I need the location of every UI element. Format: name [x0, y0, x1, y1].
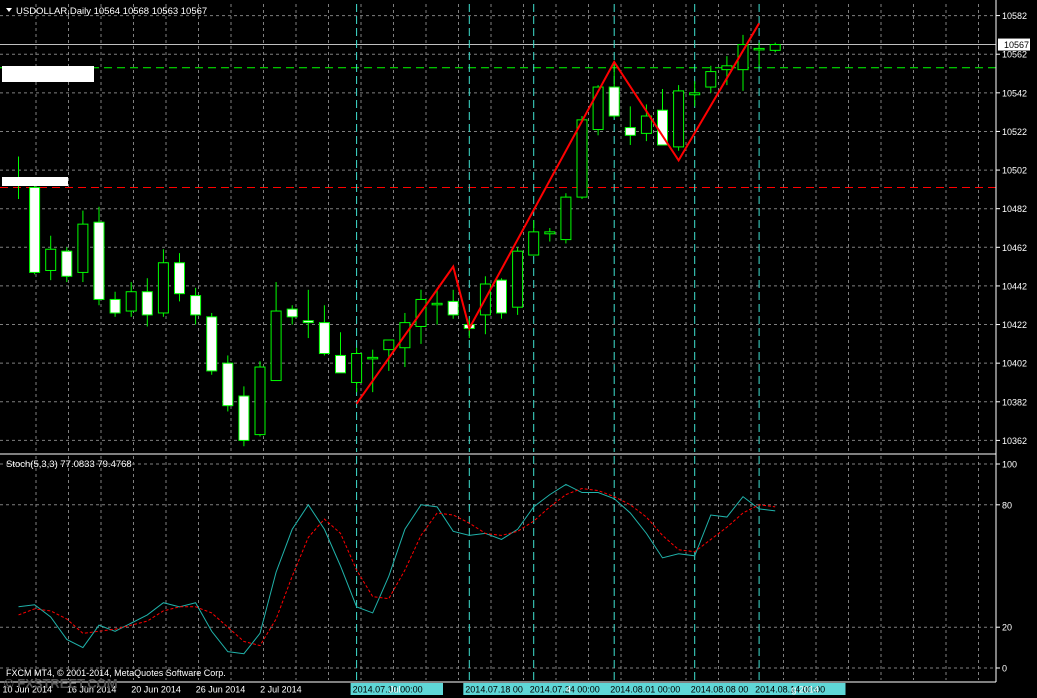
candle-body — [254, 366, 266, 436]
candle-body — [721, 65, 733, 71]
x-tick-label: Jul — [389, 685, 401, 695]
x-tick-label: 2014.07.10 00:00 — [353, 685, 423, 695]
label-box-small — [2, 177, 68, 186]
stoch-title: Stoch(5,3,3) 77.0833 79.4768 — [6, 459, 132, 470]
candle — [29, 179, 41, 275]
candle — [254, 361, 266, 437]
y-tick-label: 100 — [1002, 460, 1017, 470]
x-tick-label: g 2014 — [791, 685, 819, 695]
x-tick-label: 2014.08.01 00:00 — [610, 685, 680, 695]
y-tick-label: 10422 — [1002, 320, 1027, 330]
y-tick-label: 10362 — [1002, 436, 1027, 446]
symbol-info: USDOLLAR,Daily 10564 10568 10563 10567 — [16, 6, 207, 17]
x-tick-label: 20 Jun 2014 — [131, 685, 181, 695]
candle-body — [238, 395, 250, 441]
y-tick-label: 10442 — [1002, 281, 1027, 291]
candle-body — [624, 127, 636, 136]
y-tick-label: 10582 — [1002, 11, 1027, 21]
y-tick-label: 10522 — [1002, 127, 1027, 137]
candle-body — [431, 302, 443, 306]
y-tick-label: 10482 — [1002, 204, 1027, 214]
chart-canvas[interactable]: 10582 10562 10542 10522 10502 10482 10462 10442… — [0, 0, 1037, 698]
y-tick-label: 10462 — [1002, 243, 1027, 253]
candle — [496, 278, 507, 319]
y-tick-label: 80 — [1002, 500, 1012, 510]
candle-body — [528, 231, 540, 256]
candle-body — [367, 356, 379, 360]
y-tick-label: 10542 — [1002, 88, 1027, 98]
candle-body — [640, 115, 652, 134]
x-tick-label: 2014.07.24 00:00 — [530, 685, 600, 695]
title-bar: USDOLLAR,Daily 10564 10568 10563 10567 — [6, 6, 207, 17]
candle-body — [753, 47, 765, 51]
candle-body — [335, 354, 346, 374]
y-tick-label: 20 — [1002, 623, 1012, 633]
candle-body — [270, 310, 282, 382]
candle-body — [45, 248, 57, 271]
candle-body — [206, 316, 218, 372]
candle-body — [383, 339, 395, 351]
candle-body — [109, 298, 121, 314]
y-tick-label: 10562 — [1002, 50, 1027, 60]
y-tick-label: 10502 — [1002, 166, 1027, 176]
watermark: © FXSTREET.COM — [4, 676, 118, 691]
current-price-label: 10567 — [1004, 40, 1029, 50]
candle-body — [222, 362, 234, 407]
candle-body — [141, 291, 153, 316]
candle-body — [174, 262, 185, 295]
candle-body — [286, 308, 298, 318]
candle-body — [576, 119, 588, 198]
candle-body — [93, 221, 105, 300]
y-tick-label: 10382 — [1002, 397, 1027, 407]
y-tick-label: 0 — [1002, 664, 1007, 674]
x-tick-label: 4 — [566, 685, 571, 695]
label-box — [2, 66, 94, 82]
candle-body — [673, 90, 685, 148]
y-tick-label: 10402 — [1002, 359, 1027, 369]
candle-body — [689, 92, 701, 96]
candle-body — [512, 250, 524, 308]
x-tick-label: 2 Jul 2014 — [260, 685, 302, 695]
candle-body — [496, 279, 507, 314]
candle-body — [705, 71, 717, 88]
candle — [222, 355, 234, 412]
candle-body — [544, 231, 556, 235]
candle-body — [769, 44, 781, 51]
candle — [769, 42, 781, 53]
candle — [560, 193, 572, 244]
candle-body — [318, 322, 330, 355]
candle — [673, 85, 685, 151]
candle-body — [302, 320, 314, 324]
candle-body — [77, 223, 89, 273]
candle-body — [560, 196, 572, 241]
candle-body — [608, 86, 620, 117]
x-tick-label: 2014.08.08 00 — [691, 685, 749, 695]
x-tick-label: 2014.07.18 00 — [465, 685, 523, 695]
candle-body — [351, 353, 363, 383]
candle-body — [447, 300, 459, 316]
candle-body — [157, 262, 169, 314]
candle — [512, 247, 524, 315]
candle — [206, 312, 218, 375]
x-tick-label: 26 Jun 2014 — [196, 685, 246, 695]
candle-body — [61, 250, 73, 277]
candle-body — [190, 295, 202, 316]
candle-body — [29, 186, 41, 273]
candle-body — [125, 291, 137, 312]
